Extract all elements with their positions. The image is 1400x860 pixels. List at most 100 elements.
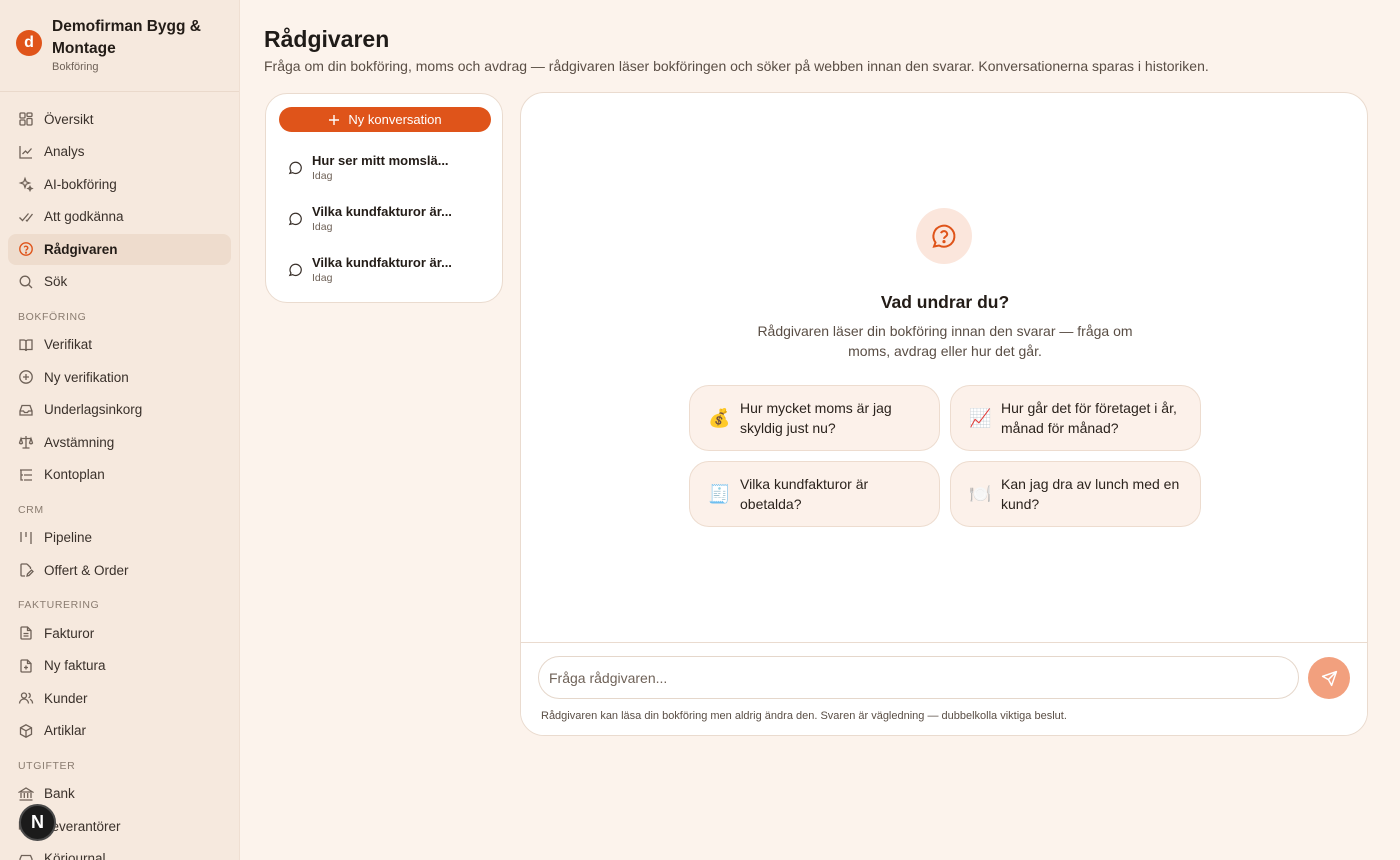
plus-circle-icon (19, 370, 33, 384)
disclaimer-text: Rådgivaren kan läsa din bokföring men al… (541, 710, 1067, 722)
money-bag-icon: 💰 (708, 407, 731, 428)
help-circle-icon (19, 242, 33, 256)
message-circle-icon (288, 161, 302, 174)
page-subtitle: Fråga om din bokföring, moms och avdrag … (264, 58, 1209, 74)
search-icon (19, 275, 33, 288)
sidebar-item-avstamning[interactable]: Avstämning (8, 427, 231, 458)
conversation-list-panel: Ny konversation Hur ser mitt momslä... I… (265, 93, 503, 303)
suggestion-text: Hur går det för företaget i år, månad fö… (1001, 400, 1177, 436)
conversation-date: Idag (312, 220, 333, 233)
sidebar-item-label: Verifikat (44, 337, 93, 352)
sidebar-item-kontoplan[interactable]: Kontoplan (8, 459, 231, 490)
suggestion-card[interactable]: 🍽️ Kan jag dra av lunch med en kund? (950, 461, 1201, 527)
suggestion-card[interactable]: 💰 Hur mycket moms är jag skyldig just nu… (689, 385, 940, 451)
inbox-icon (19, 404, 33, 416)
sidebar-item-analys[interactable]: Analys (8, 136, 231, 167)
sidebar-item-label: AI-bokföring (44, 176, 117, 192)
sidebar-item-radgivaren[interactable]: Rådgivaren (8, 233, 231, 265)
brand-logo: d (16, 30, 42, 56)
file-plus-icon (20, 658, 32, 673)
conversation-item[interactable]: Vilka kundfakturor är... Idag (288, 198, 488, 238)
send-icon (1321, 670, 1337, 686)
hero-subtitle: Rådgivaren läser din bokföring innan den… (757, 323, 1133, 359)
suggestion-text: Hur mycket moms är jag skyldig just nu? (740, 400, 892, 436)
sidebar-item-sok[interactable]: Sök (8, 266, 231, 297)
sidebar-item-verifikat[interactable]: Verifikat (8, 329, 231, 360)
sidebar-item-pipeline[interactable]: Pipeline (8, 522, 231, 553)
chart-line-icon (19, 145, 32, 159)
sidebar-item-label: Ny faktura (44, 658, 106, 673)
new-conversation-label: Ny konversation (348, 112, 442, 127)
send-button[interactable] (1308, 657, 1350, 699)
suggestion-card[interactable]: 📈 Hur går det för företaget i år, månad … (950, 385, 1201, 451)
sidebar-item-oversikt[interactable]: Översikt (8, 104, 231, 135)
message-circle-icon (288, 263, 302, 276)
conversation-title: Vilka kundfakturor är... (312, 254, 452, 270)
nav-section-fakturering: FAKTURERING (18, 599, 100, 611)
sidebar-item-label: Offert & Order (44, 562, 129, 578)
conversation-item[interactable]: Vilka kundfakturor är... Idag (288, 249, 488, 289)
hero-title: Vad undrar du? (880, 292, 1010, 312)
sidebar-item-label: Rådgivaren (44, 241, 118, 257)
sidebar-item-ai-bokforing[interactable]: AI-bokföring (8, 169, 231, 200)
file-edit-icon (20, 563, 34, 577)
sidebar-item-label: Körjournal (44, 851, 106, 860)
sidebar-item-underlagsinkorg[interactable]: Underlagsinkorg (8, 394, 231, 425)
scale-icon (18, 436, 34, 449)
chat-panel: Vad undrar du? Rådgivaren läser din bokf… (520, 92, 1368, 736)
conversation-item[interactable]: Hur ser mitt momslä... Idag (288, 147, 488, 187)
list-tree-icon (20, 468, 32, 481)
sidebar-item-label: Kontoplan (44, 467, 105, 482)
nav-section-bokforing: BOKFÖRING (18, 310, 87, 323)
receipt-icon: 🧾 (708, 483, 731, 504)
page-title: Rådgivaren (264, 26, 390, 52)
bank-icon (18, 786, 34, 801)
sidebar-item-label: Artiklar (44, 723, 87, 738)
conversation-title: Hur ser mitt momslä... (312, 152, 449, 168)
nav-section-crm: CRM (18, 503, 44, 516)
brand-name: Demofirman Bygg & Montage (52, 18, 201, 57)
car-icon (19, 854, 33, 860)
sidebar-item-artiklar[interactable]: Artiklar (8, 715, 231, 746)
sidebar-item-label: Ny verifikation (44, 369, 129, 385)
sidebar-item-label: Analys (44, 144, 85, 159)
plate-cutlery-icon: 🍽️ (969, 483, 992, 504)
file-text-icon (20, 626, 32, 640)
chart-increasing-icon: 📈 (969, 407, 992, 428)
kanban-icon (20, 531, 32, 544)
sidebar-item-label: Fakturor (44, 625, 95, 641)
sidebar-item-label: Bank (44, 786, 75, 801)
chat-input-bar: Rådgivaren kan läsa din bokföring men al… (521, 642, 1367, 735)
sidebar-item-label: Underlagsinkorg (44, 402, 143, 417)
sidebar-item-fakturor[interactable]: Fakturor (8, 618, 231, 649)
sidebar-item-att-godkanna[interactable]: Att godkänna (8, 201, 231, 232)
brand-subtitle: Bokföring (52, 61, 99, 73)
conversation-title: Vilka kundfakturor är... (312, 203, 452, 219)
plus-icon (329, 114, 340, 125)
chat-input[interactable] (538, 656, 1299, 699)
sidebar-item-offert-order[interactable]: Offert & Order (8, 555, 231, 586)
sidebar-item-label: Pipeline (44, 530, 93, 545)
sparkles-icon (18, 176, 34, 192)
sidebar-item-korjournal[interactable]: Körjournal (8, 843, 231, 860)
sidebar-item-ny-faktura[interactable]: Ny faktura (8, 650, 231, 681)
brand[interactable]: d Demofirman Bygg & Montage Bokföring (0, 0, 239, 92)
suggestion-text: Kan jag dra av lunch med en kund? (1001, 476, 1180, 512)
sidebar-item-label: Att godkänna (44, 209, 124, 224)
double-check-icon (19, 212, 34, 222)
sidebar-item-label: Kunder (44, 690, 88, 706)
suggestion-text: Vilka kundfakturor är obetalda? (740, 476, 869, 512)
conversation-date: Idag (312, 169, 333, 182)
message-circle-icon (288, 212, 302, 225)
grid-icon (19, 112, 33, 126)
sidebar-item-label: Avstämning (44, 434, 115, 450)
new-conversation-button[interactable]: Ny konversation (279, 107, 491, 132)
sidebar-item-label: Översikt (44, 111, 94, 127)
help-message-icon (932, 224, 956, 248)
sidebar-item-ny-verifikation[interactable]: Ny verifikation (8, 362, 231, 393)
n-badge-button[interactable]: N (19, 804, 56, 841)
package-icon (19, 723, 33, 738)
sidebar-item-kunder[interactable]: Kunder (8, 683, 231, 714)
book-icon (19, 338, 33, 351)
suggestion-card[interactable]: 🧾 Vilka kundfakturor är obetalda? (689, 461, 940, 527)
